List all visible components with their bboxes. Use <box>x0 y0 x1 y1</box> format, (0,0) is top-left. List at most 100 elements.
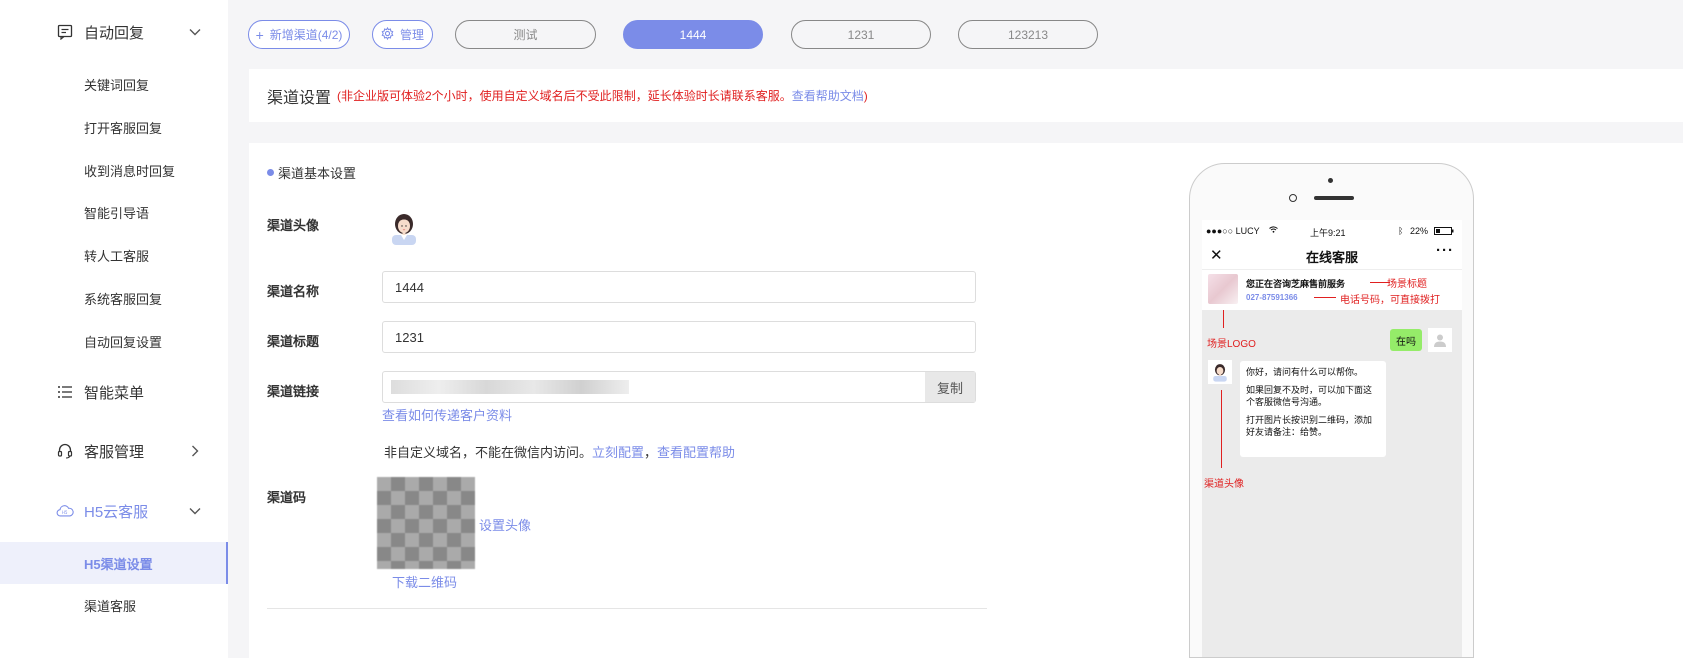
add-channel-button[interactable]: + 新增渠道(4/2) <box>248 20 350 49</box>
channel-name-input[interactable]: 1444 <box>382 271 976 303</box>
bullet-dot <box>267 169 274 176</box>
user-message-bubble: 在吗 <box>1390 329 1422 351</box>
chat-nav-bar: ✕ 在线客服 ··· <box>1202 242 1462 270</box>
sidebar-item-message-reply[interactable]: 收到消息时回复 <box>0 150 228 190</box>
page-title: 渠道设置 <box>267 89 332 107</box>
configure-now-link[interactable]: 立刻配置 <box>592 445 644 460</box>
code-label: 渠道码 <box>267 490 307 505</box>
user-avatar-icon <box>1428 328 1452 352</box>
sidebar-item-label: 打开客服回复 <box>84 120 163 136</box>
sidebar-item-label: 关键词回复 <box>84 77 150 93</box>
chevron-down-icon <box>188 25 202 39</box>
battery-icon <box>1434 227 1454 237</box>
sidebar-item-system-reply[interactable]: 系统客服回复 <box>0 278 228 318</box>
sidebar-item-label: 转人工客服 <box>84 248 150 264</box>
gear-icon <box>381 26 394 43</box>
channel-avatar[interactable] <box>388 211 420 245</box>
svg-text:H5: H5 <box>62 510 68 515</box>
tab-label: 测试 <box>513 28 538 42</box>
clock: 上午9:21 <box>1310 228 1346 238</box>
sidebar-group-label: 客服管理 <box>84 443 145 461</box>
channel-tab-bar: + 新增渠道(4/2) 管理 测试 1444 1231 123213 <box>228 0 1683 68</box>
pass-customer-info-link[interactable]: 查看如何传递客户资料 <box>382 405 512 424</box>
scene-title: 您正在咨询芝麻售前服务 <box>1246 279 1346 289</box>
copy-button[interactable]: 复制 <box>925 372 975 402</box>
sidebar-item-open-service-reply[interactable]: 打开客服回复 <box>0 107 228 147</box>
manage-label: 管理 <box>399 28 424 42</box>
blurred-link <box>391 380 629 394</box>
manage-button[interactable]: 管理 <box>372 20 433 49</box>
tab-label: 1231 <box>847 27 875 42</box>
wifi-icon <box>1269 225 1278 235</box>
config-help-link[interactable]: 查看配置帮助 <box>657 445 735 460</box>
section-title: 渠道基本设置 <box>267 163 356 182</box>
sidebar-item-auto-reply-settings[interactable]: 自动回复设置 <box>0 321 228 361</box>
more-icon[interactable]: ··· <box>1436 242 1454 259</box>
message-icon <box>56 23 74 41</box>
divider <box>267 608 987 609</box>
sidebar-item-label: 收到消息时回复 <box>84 163 176 179</box>
help-doc-link[interactable]: 查看帮助文档 <box>792 89 864 103</box>
link-label: 渠道链接 <box>267 384 320 399</box>
sidebar: 自动回复 关键词回复 打开客服回复 收到消息时回复 智能引导语 转人工客服 系统… <box>0 0 228 658</box>
chevron-right-icon <box>188 444 202 458</box>
sidebar-group-auto-reply[interactable]: 自动回复 <box>0 12 228 52</box>
bot-message-bubble: 你好，请问有什么可以帮你。 如果回复不及时，可以加下面这个客服微信号沟通。 打开… <box>1240 361 1386 457</box>
sidebar-group-smart-menu[interactable]: 智能菜单 <box>0 372 228 412</box>
sidebar-item-label: H5渠道设置 <box>84 556 153 572</box>
bot-message-line: 如果回复不及时，可以加下面这个客服微信号沟通。 <box>1246 385 1373 407</box>
sidebar-item-h5-channel-settings[interactable]: H5渠道设置 <box>0 542 228 584</box>
chat-title: 在线客服 <box>1305 250 1358 265</box>
sidebar-item-channel-service[interactable]: 渠道客服 <box>0 585 228 625</box>
sidebar-item-smart-guide[interactable]: 智能引导语 <box>0 192 228 232</box>
trial-notice-close: ) <box>863 89 868 103</box>
bot-message-line: 你好，请问有什么可以帮你。 <box>1246 367 1364 377</box>
channel-title-input[interactable]: 1231 <box>382 321 976 353</box>
sidebar-item-label: 自动回复设置 <box>84 334 163 350</box>
title-label: 渠道标题 <box>267 334 320 349</box>
channel-avatar-preview <box>1208 360 1232 384</box>
tab-channel-123213[interactable]: 123213 <box>958 20 1098 49</box>
domain-note: 非自定义域名，不能在微信内访问。立刻配置，查看配置帮助 <box>384 442 735 461</box>
bluetooth-icon: ᛒ <box>1398 226 1404 236</box>
sidebar-group-service-management[interactable]: 客服管理 <box>0 431 228 471</box>
sidebar-item-transfer-human[interactable]: 转人工客服 <box>0 235 228 275</box>
sidebar-item-label: 渠道客服 <box>84 598 137 614</box>
status-bar: ●●●○○ LUCY 上午9:21 ᛒ 22% <box>1202 220 1462 242</box>
tab-channel-1444[interactable]: 1444 <box>623 20 763 49</box>
domain-note-text: 非自定义域名，不能在微信内访问。 <box>384 445 593 460</box>
name-label: 渠道名称 <box>267 284 320 299</box>
annotation-arrow <box>1314 297 1336 298</box>
phone-sensor <box>1328 178 1333 183</box>
channel-qr-code <box>377 477 475 569</box>
annotation-scene-title: 场景标题 <box>1387 279 1427 290</box>
sidebar-group-h5-cloud-service[interactable]: H5 H5云客服 <box>0 491 228 531</box>
sidebar-group-label: H5云客服 <box>84 503 149 521</box>
annotation-arrow <box>1223 310 1224 328</box>
sidebar-item-label: 系统客服回复 <box>84 291 163 307</box>
annotation-phone: 电话号码，可直接拨打 <box>1340 295 1440 306</box>
section-title-text: 渠道基本设置 <box>278 166 357 181</box>
sidebar-group-label: 智能菜单 <box>84 384 145 402</box>
cloud-icon: H5 <box>56 502 74 520</box>
scene-logo <box>1208 274 1238 304</box>
sidebar-item-label: 智能引导语 <box>84 205 150 221</box>
set-avatar-link[interactable]: 设置头像 <box>479 515 531 534</box>
annotation-arrow <box>1221 390 1222 468</box>
plus-icon: + <box>255 26 264 43</box>
phone-speaker <box>1314 196 1354 200</box>
avatar-label: 渠道头像 <box>267 218 320 233</box>
download-qr-link[interactable]: 下载二维码 <box>392 572 457 591</box>
channel-link-field[interactable]: 复制 <box>382 371 976 403</box>
tab-label: 123213 <box>1007 27 1049 42</box>
phone-screen: ●●●○○ LUCY 上午9:21 ᛒ 22% ✕ 在线客服 ··· 您正在咨询… <box>1202 220 1462 657</box>
trial-notice-text: (非企业版可体验2个小时，使用自定义域名后不受此限制，延长体验时长请联系客服。 <box>337 89 792 103</box>
sidebar-group-label: 自动回复 <box>84 24 145 42</box>
sidebar-item-keyword-reply[interactable]: 关键词回复 <box>0 64 228 104</box>
channel-settings-header: 渠道设置 (非企业版可体验2个小时，使用自定义域名后不受此限制，延长体验时长请联… <box>249 69 1683 122</box>
tab-channel-test[interactable]: 测试 <box>455 20 596 49</box>
tab-channel-1231[interactable]: 1231 <box>791 20 931 49</box>
scene-phone[interactable]: 027-87591366 <box>1246 293 1298 302</box>
separator: ， <box>644 445 658 460</box>
carrier: ●●●○○ LUCY <box>1206 226 1260 236</box>
